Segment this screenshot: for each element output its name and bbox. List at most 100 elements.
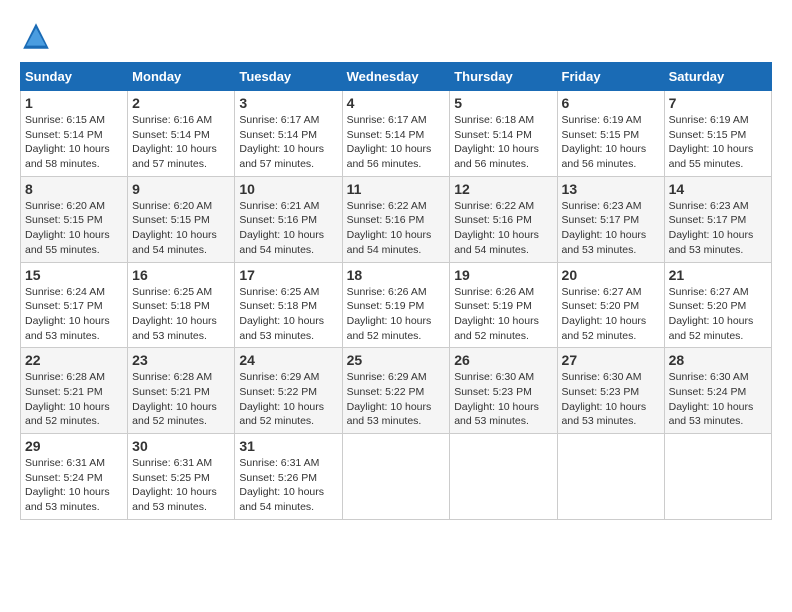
calendar-cell: 19 Sunrise: 6:26 AM Sunset: 5:19 PM Dayl…: [450, 262, 557, 348]
day-number: 21: [669, 267, 767, 283]
day-info: Sunrise: 6:15 AM Sunset: 5:14 PM Dayligh…: [25, 113, 123, 172]
calendar-cell: 22 Sunrise: 6:28 AM Sunset: 5:21 PM Dayl…: [21, 348, 128, 434]
calendar-cell: 28 Sunrise: 6:30 AM Sunset: 5:24 PM Dayl…: [664, 348, 771, 434]
day-info: Sunrise: 6:20 AM Sunset: 5:15 PM Dayligh…: [25, 199, 123, 258]
day-info: Sunrise: 6:17 AM Sunset: 5:14 PM Dayligh…: [239, 113, 337, 172]
day-info: Sunrise: 6:25 AM Sunset: 5:18 PM Dayligh…: [132, 285, 230, 344]
header-thursday: Thursday: [450, 63, 557, 91]
day-info: Sunrise: 6:27 AM Sunset: 5:20 PM Dayligh…: [562, 285, 660, 344]
day-number: 26: [454, 352, 552, 368]
day-info: Sunrise: 6:29 AM Sunset: 5:22 PM Dayligh…: [347, 370, 446, 429]
calendar-cell: 11 Sunrise: 6:22 AM Sunset: 5:16 PM Dayl…: [342, 176, 450, 262]
calendar-cell: 15 Sunrise: 6:24 AM Sunset: 5:17 PM Dayl…: [21, 262, 128, 348]
day-number: 25: [347, 352, 446, 368]
day-number: 7: [669, 95, 767, 111]
calendar-cell: 14 Sunrise: 6:23 AM Sunset: 5:17 PM Dayl…: [664, 176, 771, 262]
day-info: Sunrise: 6:22 AM Sunset: 5:16 PM Dayligh…: [347, 199, 446, 258]
day-info: Sunrise: 6:21 AM Sunset: 5:16 PM Dayligh…: [239, 199, 337, 258]
day-number: 27: [562, 352, 660, 368]
calendar-week-2: 8 Sunrise: 6:20 AM Sunset: 5:15 PM Dayli…: [21, 176, 772, 262]
calendar-cell: [664, 434, 771, 520]
calendar-cell: 13 Sunrise: 6:23 AM Sunset: 5:17 PM Dayl…: [557, 176, 664, 262]
day-info: Sunrise: 6:28 AM Sunset: 5:21 PM Dayligh…: [25, 370, 123, 429]
calendar-cell: 21 Sunrise: 6:27 AM Sunset: 5:20 PM Dayl…: [664, 262, 771, 348]
calendar-cell: 12 Sunrise: 6:22 AM Sunset: 5:16 PM Dayl…: [450, 176, 557, 262]
day-number: 6: [562, 95, 660, 111]
header-tuesday: Tuesday: [235, 63, 342, 91]
calendar-cell: 25 Sunrise: 6:29 AM Sunset: 5:22 PM Dayl…: [342, 348, 450, 434]
day-number: 11: [347, 181, 446, 197]
calendar-cell: 1 Sunrise: 6:15 AM Sunset: 5:14 PM Dayli…: [21, 91, 128, 177]
day-info: Sunrise: 6:30 AM Sunset: 5:23 PM Dayligh…: [454, 370, 552, 429]
day-info: Sunrise: 6:16 AM Sunset: 5:14 PM Dayligh…: [132, 113, 230, 172]
calendar-cell: 2 Sunrise: 6:16 AM Sunset: 5:14 PM Dayli…: [128, 91, 235, 177]
header-friday: Friday: [557, 63, 664, 91]
day-number: 1: [25, 95, 123, 111]
day-number: 28: [669, 352, 767, 368]
calendar-cell: 10 Sunrise: 6:21 AM Sunset: 5:16 PM Dayl…: [235, 176, 342, 262]
calendar-header-row: SundayMondayTuesdayWednesdayThursdayFrid…: [21, 63, 772, 91]
calendar-week-4: 22 Sunrise: 6:28 AM Sunset: 5:21 PM Dayl…: [21, 348, 772, 434]
day-info: Sunrise: 6:30 AM Sunset: 5:24 PM Dayligh…: [669, 370, 767, 429]
day-number: 9: [132, 181, 230, 197]
day-number: 12: [454, 181, 552, 197]
day-info: Sunrise: 6:27 AM Sunset: 5:20 PM Dayligh…: [669, 285, 767, 344]
day-info: Sunrise: 6:26 AM Sunset: 5:19 PM Dayligh…: [347, 285, 446, 344]
logo: [20, 20, 56, 52]
calendar-cell: 6 Sunrise: 6:19 AM Sunset: 5:15 PM Dayli…: [557, 91, 664, 177]
header-monday: Monday: [128, 63, 235, 91]
calendar-cell: 30 Sunrise: 6:31 AM Sunset: 5:25 PM Dayl…: [128, 434, 235, 520]
day-info: Sunrise: 6:23 AM Sunset: 5:17 PM Dayligh…: [562, 199, 660, 258]
day-number: 8: [25, 181, 123, 197]
calendar-cell: 20 Sunrise: 6:27 AM Sunset: 5:20 PM Dayl…: [557, 262, 664, 348]
day-info: Sunrise: 6:18 AM Sunset: 5:14 PM Dayligh…: [454, 113, 552, 172]
day-info: Sunrise: 6:23 AM Sunset: 5:17 PM Dayligh…: [669, 199, 767, 258]
calendar-cell: 27 Sunrise: 6:30 AM Sunset: 5:23 PM Dayl…: [557, 348, 664, 434]
calendar-cell: 8 Sunrise: 6:20 AM Sunset: 5:15 PM Dayli…: [21, 176, 128, 262]
calendar-cell: 31 Sunrise: 6:31 AM Sunset: 5:26 PM Dayl…: [235, 434, 342, 520]
day-number: 17: [239, 267, 337, 283]
day-number: 14: [669, 181, 767, 197]
header-saturday: Saturday: [664, 63, 771, 91]
header-sunday: Sunday: [21, 63, 128, 91]
calendar-cell: 7 Sunrise: 6:19 AM Sunset: 5:15 PM Dayli…: [664, 91, 771, 177]
day-info: Sunrise: 6:20 AM Sunset: 5:15 PM Dayligh…: [132, 199, 230, 258]
calendar-week-5: 29 Sunrise: 6:31 AM Sunset: 5:24 PM Dayl…: [21, 434, 772, 520]
day-number: 15: [25, 267, 123, 283]
day-number: 29: [25, 438, 123, 454]
day-info: Sunrise: 6:28 AM Sunset: 5:21 PM Dayligh…: [132, 370, 230, 429]
calendar-cell: 23 Sunrise: 6:28 AM Sunset: 5:21 PM Dayl…: [128, 348, 235, 434]
day-info: Sunrise: 6:25 AM Sunset: 5:18 PM Dayligh…: [239, 285, 337, 344]
day-number: 4: [347, 95, 446, 111]
day-number: 5: [454, 95, 552, 111]
calendar-table: SundayMondayTuesdayWednesdayThursdayFrid…: [20, 62, 772, 520]
day-info: Sunrise: 6:17 AM Sunset: 5:14 PM Dayligh…: [347, 113, 446, 172]
calendar-cell: [342, 434, 450, 520]
day-info: Sunrise: 6:31 AM Sunset: 5:26 PM Dayligh…: [239, 456, 337, 515]
calendar-week-1: 1 Sunrise: 6:15 AM Sunset: 5:14 PM Dayli…: [21, 91, 772, 177]
calendar-cell: 18 Sunrise: 6:26 AM Sunset: 5:19 PM Dayl…: [342, 262, 450, 348]
day-number: 31: [239, 438, 337, 454]
calendar-cell: [557, 434, 664, 520]
day-number: 19: [454, 267, 552, 283]
day-number: 18: [347, 267, 446, 283]
day-number: 30: [132, 438, 230, 454]
calendar-cell: 5 Sunrise: 6:18 AM Sunset: 5:14 PM Dayli…: [450, 91, 557, 177]
day-number: 24: [239, 352, 337, 368]
calendar-cell: 4 Sunrise: 6:17 AM Sunset: 5:14 PM Dayli…: [342, 91, 450, 177]
day-number: 10: [239, 181, 337, 197]
page-header: [20, 20, 772, 52]
calendar-cell: 24 Sunrise: 6:29 AM Sunset: 5:22 PM Dayl…: [235, 348, 342, 434]
calendar-cell: 16 Sunrise: 6:25 AM Sunset: 5:18 PM Dayl…: [128, 262, 235, 348]
day-number: 22: [25, 352, 123, 368]
day-number: 23: [132, 352, 230, 368]
calendar-cell: 29 Sunrise: 6:31 AM Sunset: 5:24 PM Dayl…: [21, 434, 128, 520]
header-wednesday: Wednesday: [342, 63, 450, 91]
logo-icon: [20, 20, 52, 52]
day-info: Sunrise: 6:22 AM Sunset: 5:16 PM Dayligh…: [454, 199, 552, 258]
day-number: 2: [132, 95, 230, 111]
calendar-week-3: 15 Sunrise: 6:24 AM Sunset: 5:17 PM Dayl…: [21, 262, 772, 348]
day-info: Sunrise: 6:19 AM Sunset: 5:15 PM Dayligh…: [669, 113, 767, 172]
calendar-cell: 26 Sunrise: 6:30 AM Sunset: 5:23 PM Dayl…: [450, 348, 557, 434]
day-number: 20: [562, 267, 660, 283]
